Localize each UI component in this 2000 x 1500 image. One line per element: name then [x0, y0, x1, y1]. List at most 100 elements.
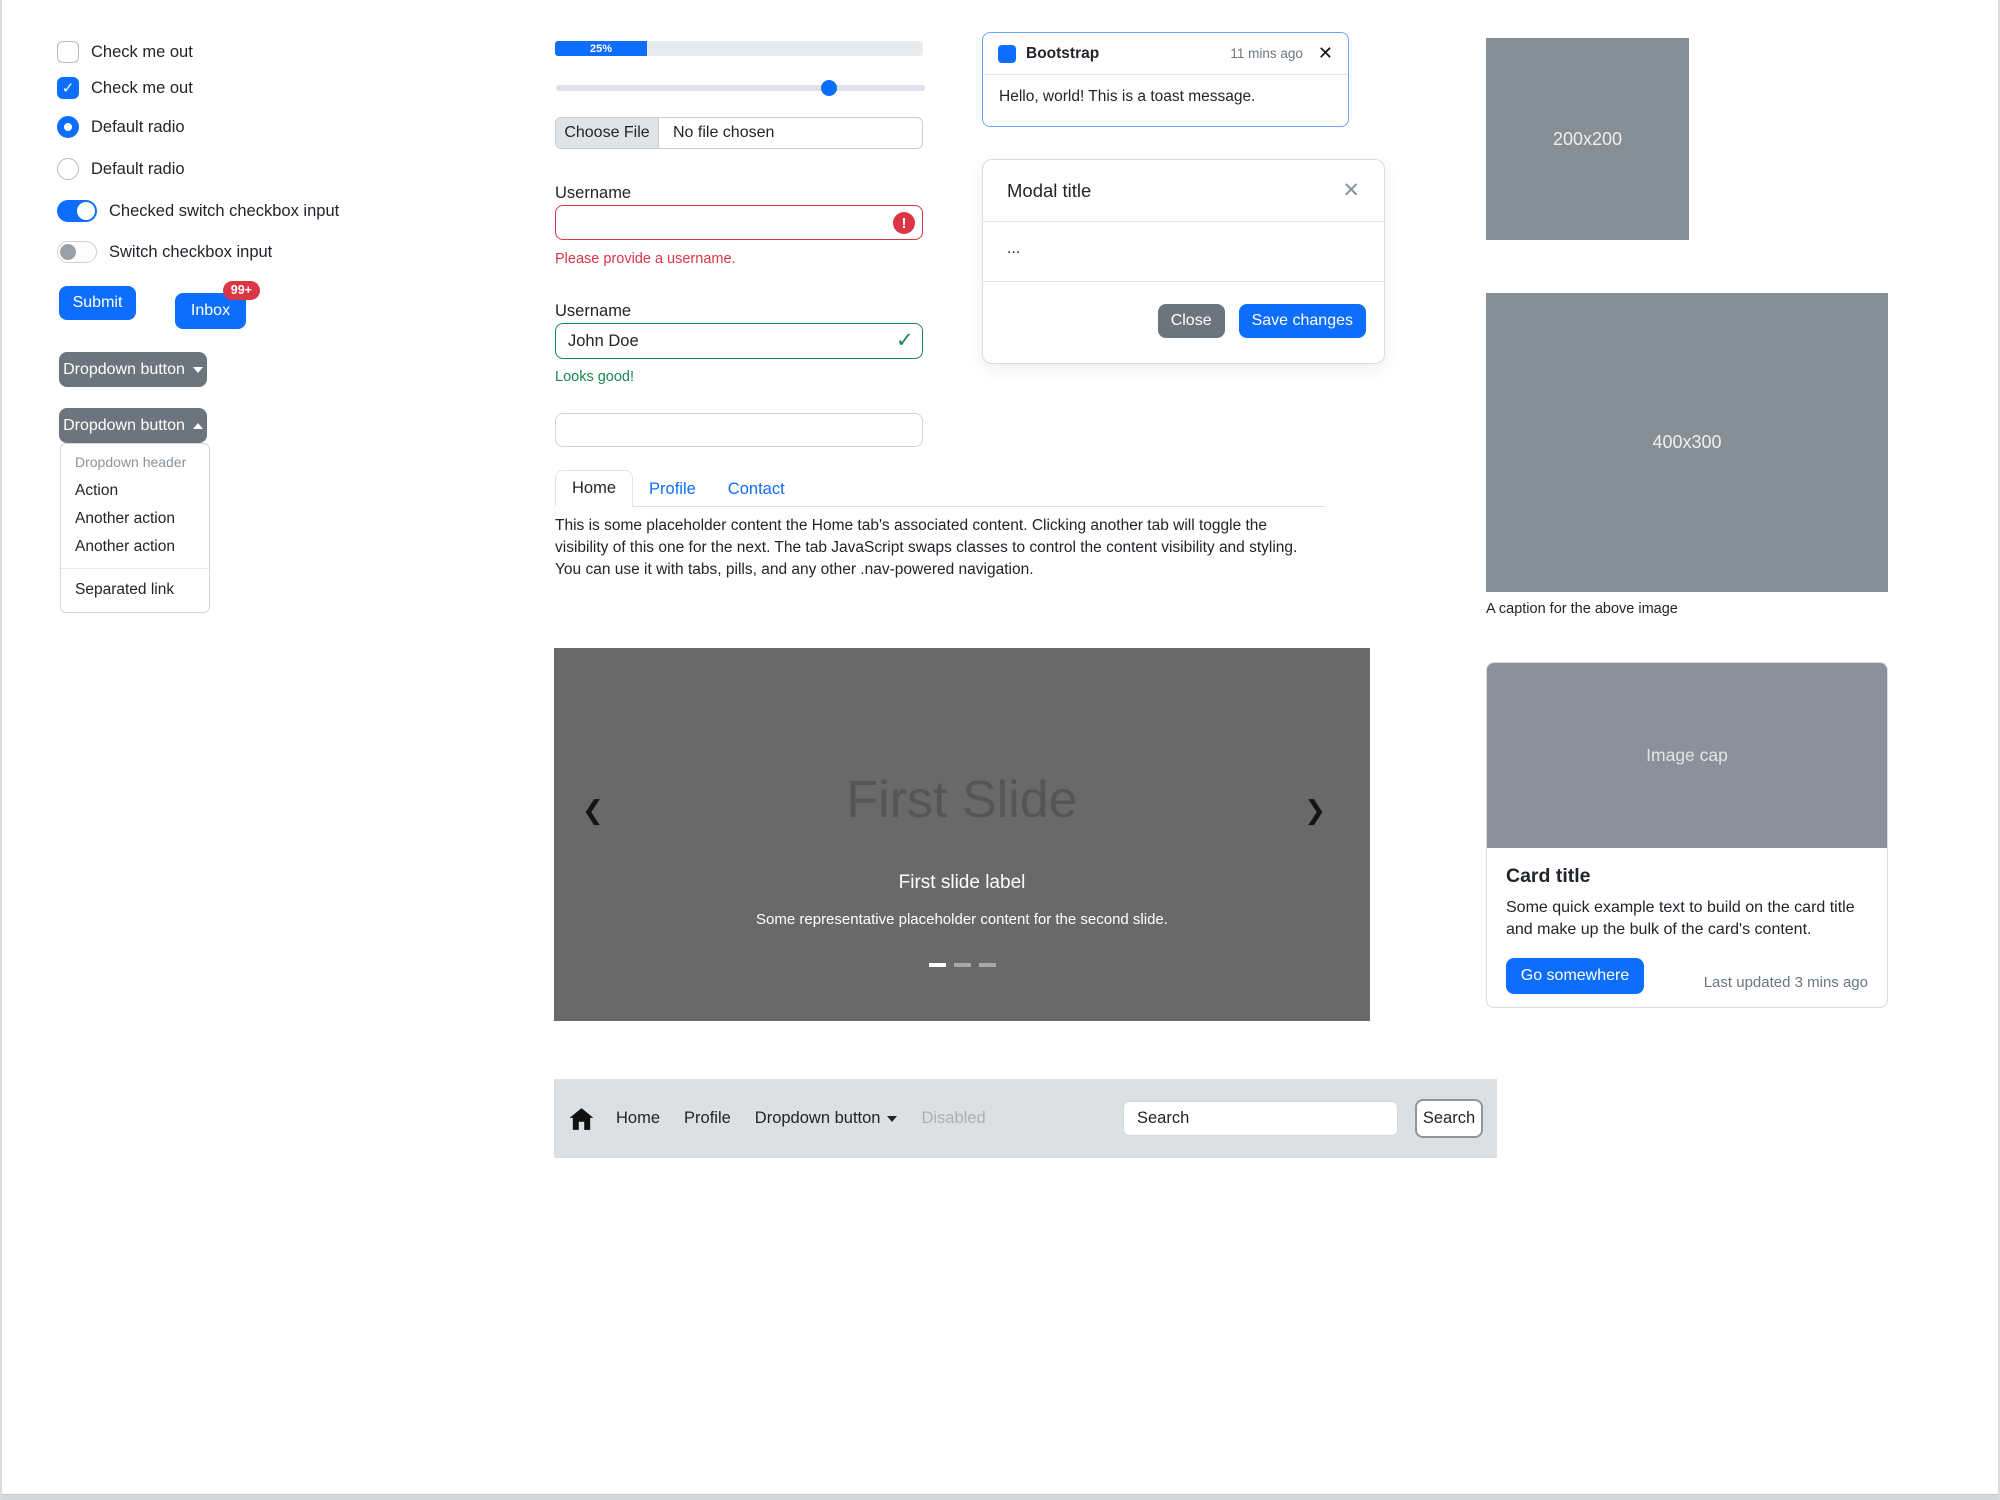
carousel-indicators [554, 963, 1370, 967]
carousel-prev-icon[interactable]: ❮ [582, 795, 604, 826]
progress-bar: 25% [555, 41, 923, 56]
window-bottom-edge [2, 1494, 1998, 1500]
tab-content: This is some placeholder content the Hom… [555, 515, 1307, 581]
placeholder-image-label: 400x300 [1652, 432, 1721, 453]
dropdown-button-open[interactable]: Dropdown button [59, 408, 207, 443]
nav-link-profile[interactable]: Profile [684, 1109, 731, 1128]
go-somewhere-button[interactable]: Go somewhere [1506, 958, 1644, 994]
toast-header: Bootstrap 11 mins ago ✕ [983, 33, 1348, 75]
toast-message: Hello, world! This is a toast message. [983, 75, 1348, 119]
radio-unchecked[interactable] [57, 158, 79, 180]
toast-close-icon[interactable]: ✕ [1318, 43, 1333, 64]
username-label: Username [555, 184, 631, 203]
progress-label: 25% [590, 43, 612, 55]
submit-button[interactable]: Submit [59, 286, 136, 320]
tab-bar: Home Profile Contact [555, 470, 1325, 507]
modal-body: ... [983, 222, 1384, 282]
valid-feedback: Looks good! [555, 369, 634, 385]
radio-label: Default radio [91, 118, 185, 137]
menu-item-another-action[interactable]: Another action [61, 533, 209, 561]
card-text: Some quick example text to build on the … [1506, 897, 1868, 942]
slide-label: First slide label [554, 872, 1370, 894]
nav-link-home[interactable]: Home [616, 1109, 660, 1128]
invalid-feedback: Please provide a username. [555, 251, 736, 267]
radio-row: Default radio [57, 115, 185, 139]
card-image-cap: Image cap [1487, 663, 1887, 848]
card-title: Card title [1506, 865, 1868, 888]
modal-title: Modal title [1007, 180, 1091, 202]
menu-divider [61, 568, 209, 569]
username-input-valid[interactable] [555, 323, 923, 359]
tab-home[interactable]: Home [555, 470, 633, 507]
inbox-label: Inbox [191, 302, 230, 320]
checkbox-unchecked[interactable] [57, 41, 79, 63]
home-icon[interactable] [568, 1106, 595, 1132]
carousel-indicator-1[interactable] [929, 963, 946, 967]
radio-row: Default radio [57, 157, 185, 181]
dropdown-menu: Dropdown header Action Another action An… [60, 443, 210, 613]
choose-file-button[interactable]: Choose File [556, 118, 659, 148]
card-body: Card title Some quick example text to bu… [1487, 848, 1887, 1008]
bootstrap-logo-icon [998, 45, 1016, 63]
card: Image cap Card title Some quick example … [1486, 662, 1888, 1008]
tab-contact[interactable]: Contact [712, 472, 801, 507]
carousel-indicator-3[interactable] [979, 963, 996, 967]
placeholder-image-label: 200x200 [1553, 129, 1622, 150]
modal: Modal title ✕ ... Close Save changes [982, 159, 1385, 364]
radio-checked[interactable] [57, 116, 79, 138]
checkbox-row: Check me out [57, 40, 193, 64]
switch-label: Switch checkbox input [109, 243, 272, 262]
caret-down-icon [887, 1116, 897, 1122]
modal-close-button[interactable]: Close [1158, 304, 1225, 338]
figure-caption: A caption for the above image [1486, 601, 1678, 617]
switch-on[interactable] [57, 200, 97, 222]
switch-row: Switch checkbox input [57, 240, 272, 264]
carousel-next-icon[interactable]: ❯ [1304, 795, 1326, 826]
empty-text-input[interactable] [555, 413, 923, 447]
username-label: Username [555, 302, 631, 321]
valid-check-icon: ✓ [896, 328, 914, 353]
search-button[interactable]: Search [1415, 1099, 1483, 1138]
menu-item-another-action[interactable]: Another action [61, 505, 209, 533]
toast-timestamp: 11 mins ago [1230, 46, 1303, 61]
nav-link-disabled: Disabled [921, 1109, 985, 1128]
modal-header: Modal title ✕ [983, 160, 1384, 222]
modal-footer: Close Save changes [983, 282, 1384, 338]
nav-link-dropdown[interactable]: Dropdown button [755, 1109, 898, 1128]
carousel: First Slide ❮ ❯ First slide label Some r… [554, 648, 1370, 1021]
radio-label: Default radio [91, 160, 185, 179]
menu-item-action[interactable]: Action [61, 477, 209, 505]
search-input[interactable] [1123, 1101, 1398, 1136]
username-input-invalid[interactable] [555, 205, 923, 240]
switch-knob [77, 202, 95, 220]
page: Check me out ✓ Check me out Default radi… [0, 0, 2000, 1500]
dropdown-button-closed[interactable]: Dropdown button [59, 352, 207, 387]
range-slider[interactable] [556, 85, 925, 91]
progress-fill: 25% [555, 41, 647, 56]
switch-off[interactable] [57, 241, 97, 263]
checkbox-checked[interactable]: ✓ [57, 77, 79, 99]
checkbox-label: Check me out [91, 43, 193, 62]
checkbox-label: Check me out [91, 79, 193, 98]
slide-caption: Some representative placeholder content … [554, 911, 1370, 928]
slider-thumb[interactable] [821, 80, 837, 96]
modal-close-icon[interactable]: ✕ [1342, 178, 1360, 203]
placeholder-image-200: 200x200 [1486, 38, 1689, 240]
card-updated-text: Last updated 3 mins ago [1704, 974, 1868, 994]
inbox-button[interactable]: Inbox 99+ [175, 293, 246, 329]
card-image-label: Image cap [1646, 745, 1728, 766]
file-input[interactable]: Choose File No file chosen [555, 117, 923, 149]
dropdown-label: Dropdown button [63, 361, 185, 379]
slide-placeholder-text: First Slide [554, 770, 1370, 830]
modal-save-button[interactable]: Save changes [1239, 304, 1366, 338]
switch-knob [60, 244, 76, 260]
switch-row: Checked switch checkbox input [57, 199, 339, 223]
menu-item-separated-link[interactable]: Separated link [61, 576, 209, 604]
checkbox-row: ✓ Check me out [57, 76, 193, 100]
tab-profile[interactable]: Profile [633, 472, 712, 507]
navbar: Home Profile Dropdown button Disabled Se… [554, 1079, 1497, 1158]
file-status: No file chosen [659, 118, 774, 148]
notification-badge: 99+ [223, 281, 260, 300]
nav-dropdown-label: Dropdown button [755, 1109, 881, 1128]
carousel-indicator-2[interactable] [954, 963, 971, 967]
